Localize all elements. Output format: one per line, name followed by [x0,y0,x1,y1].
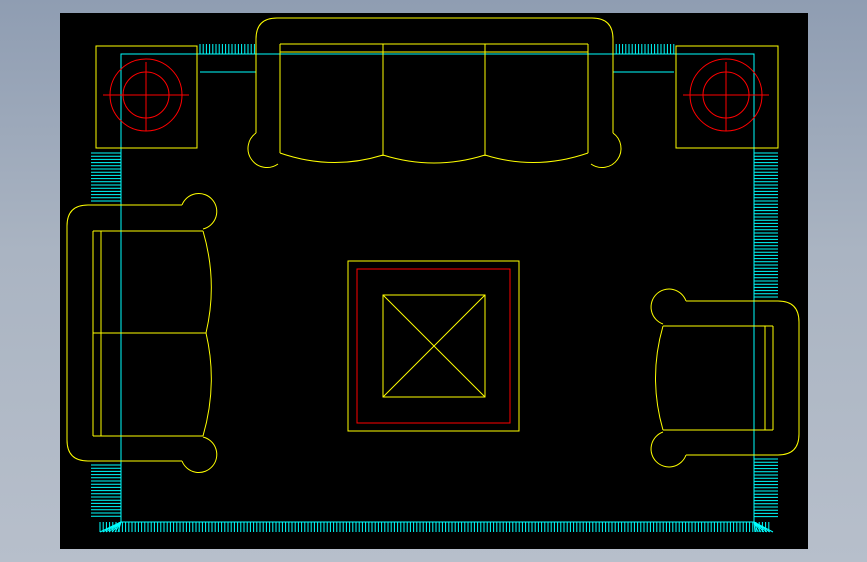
armchair-frame [686,300,800,456]
armchair-arm-bottom [650,431,687,468]
lamp-left-icon [103,58,189,132]
loveseat-left [66,193,218,473]
cad-viewport[interactable] [60,13,808,549]
lamp-right-icon [683,58,769,132]
loveseat-arm-bottom [181,436,218,473]
end-table-right-top [675,45,779,149]
rug-fringe-left [91,152,121,517]
armchair-right [650,288,800,468]
sofa-top [247,17,622,168]
rug-fringe-right [754,152,778,518]
coffee-table [347,260,520,432]
end-table-right [675,45,779,149]
end-table-left [95,45,198,149]
rug [91,44,778,533]
armchair-cushion-front [655,325,664,431]
rug-fringe-top [199,44,675,73]
loveseat-arm-top [181,193,218,230]
sofa-top-arm-left [247,132,279,168]
rug-fringe-bottom [99,521,774,533]
armchair-arm-top [650,288,687,325]
sofa-top-frame [255,17,614,133]
sofa-top-arm-right [590,132,622,168]
rug-outline [120,53,755,523]
sofa-top-cushion-front [279,152,589,164]
living-room-floor-plan [66,17,800,533]
